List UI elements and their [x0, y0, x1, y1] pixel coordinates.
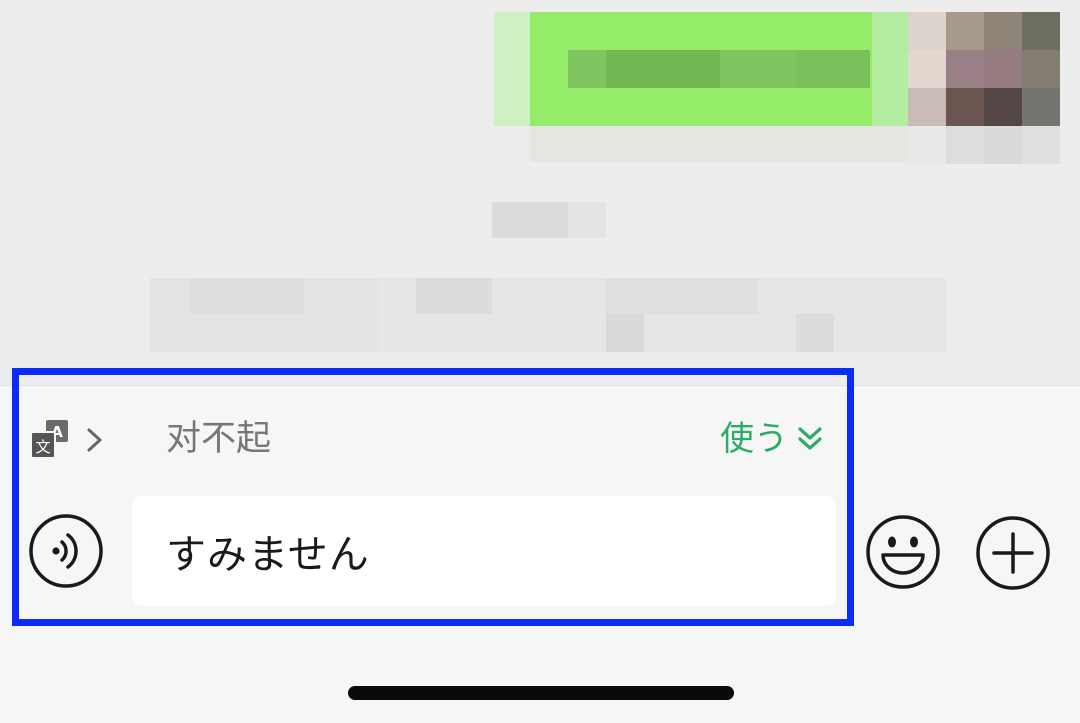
system-notice-redacted: [606, 314, 644, 352]
chat-area: [0, 0, 1080, 385]
message-text-redacted: [796, 50, 870, 88]
system-notice-redacted: [416, 278, 492, 314]
message-bubble-shadow: [530, 126, 946, 162]
plus-icon[interactable]: [974, 514, 1052, 592]
message-bubble-edge: [494, 12, 530, 126]
timestamp-redacted: [568, 202, 606, 238]
original-text: 对不起: [166, 419, 272, 459]
system-notice-redacted: [606, 278, 758, 314]
use-translation-button[interactable]: 使う: [720, 414, 824, 464]
message-bubble-edge: [872, 12, 908, 126]
voice-icon[interactable]: [28, 513, 104, 589]
translate-icon[interactable]: A 文: [30, 418, 70, 462]
chevron-right-icon[interactable]: [84, 422, 106, 458]
message-text-redacted: [606, 50, 720, 88]
message-input-value: すみません: [166, 532, 370, 578]
message-input[interactable]: すみません: [132, 496, 836, 606]
double-chevron-down-icon: [796, 423, 824, 455]
system-notice-redacted: [796, 314, 834, 352]
emoji-icon[interactable]: [864, 513, 942, 591]
home-indicator[interactable]: [348, 686, 734, 700]
svg-text:文: 文: [35, 438, 50, 456]
timestamp-redacted: [492, 202, 568, 238]
use-translation-label: 使う: [720, 419, 788, 459]
system-notice-redacted: [190, 278, 304, 314]
